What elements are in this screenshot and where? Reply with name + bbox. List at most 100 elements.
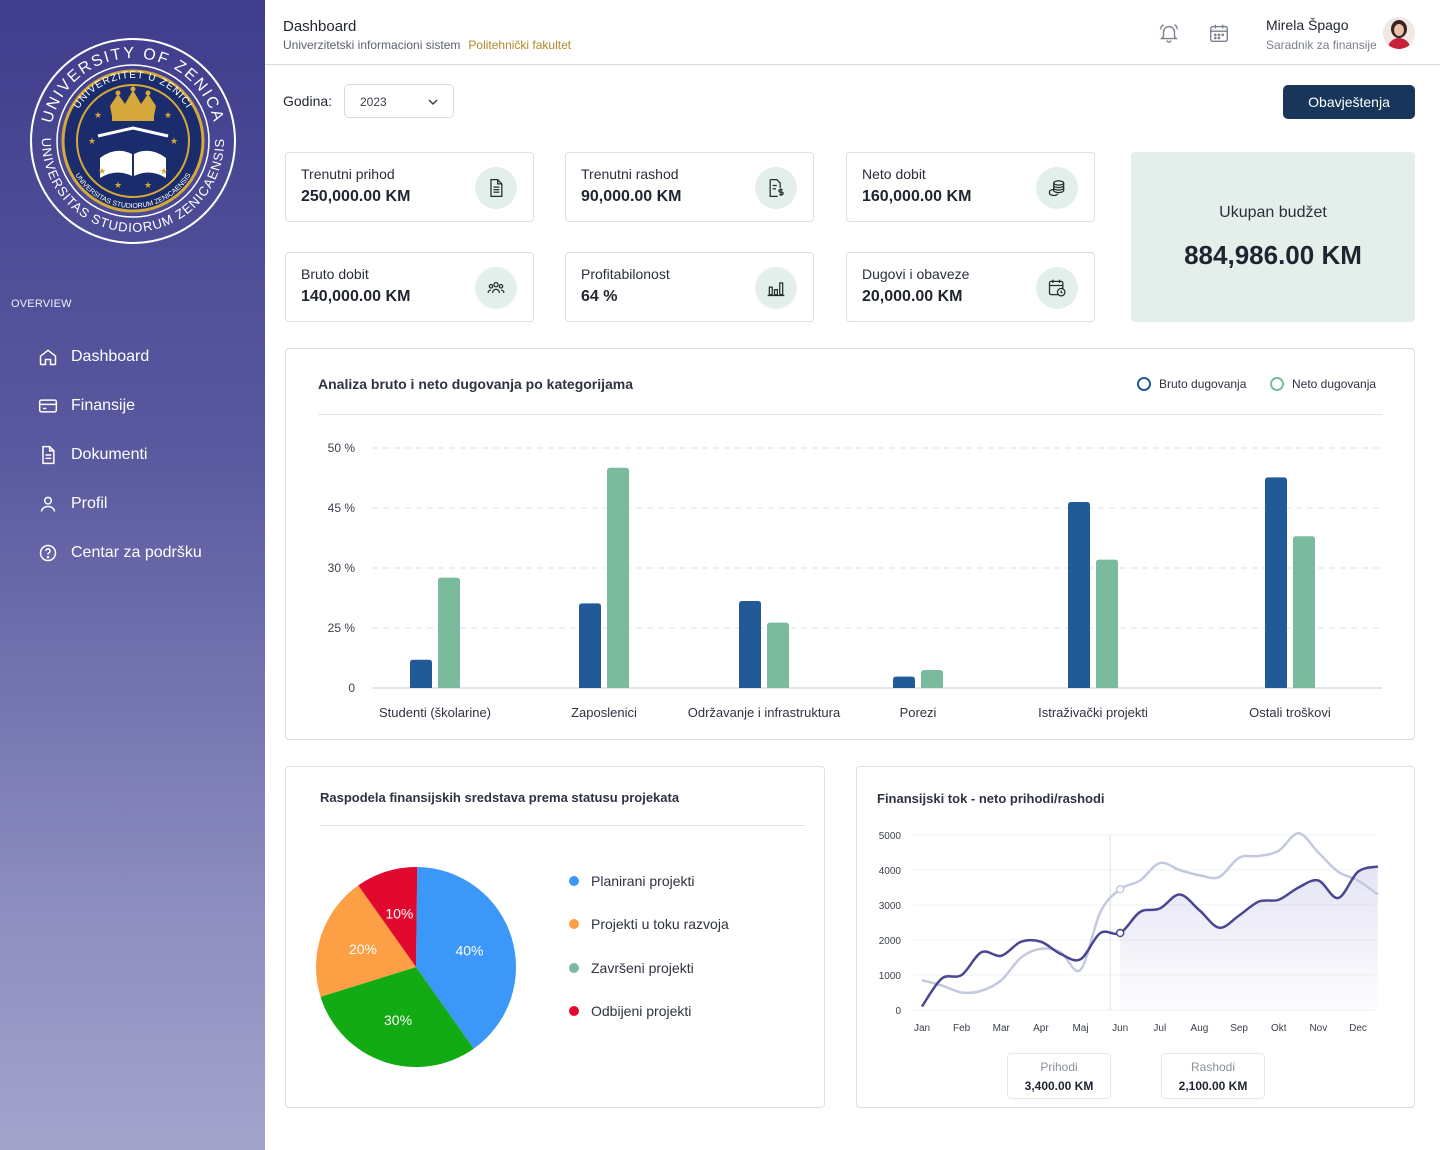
sidebar-item-label: Dashboard [71, 347, 150, 365]
system-name: Univerzitetski informacioni sistem [283, 38, 461, 52]
hover-point-rashodi [1115, 885, 1125, 894]
bar-neto [1293, 536, 1315, 688]
legend-dot-icon [569, 963, 579, 973]
invoice-dollar-icon [769, 179, 784, 197]
team-icon [487, 281, 505, 294]
svg-text:★: ★ [164, 110, 172, 120]
stat-icon-wrap [755, 267, 797, 309]
pie-slice-label: 10% [385, 906, 413, 922]
hover-point-prihodi [1115, 928, 1125, 938]
sidebar-item-label: Centar za podršku [71, 543, 202, 561]
y-tick-label: 50 % [328, 441, 356, 455]
sidebar-item-label: Finansije [71, 396, 136, 414]
x-tick-label: Jan [914, 1023, 930, 1034]
stat-card-dugovi-i-obaveze: Dugovi i obaveze 20,000.00 KM [846, 252, 1095, 322]
svg-text:★: ★ [160, 166, 168, 176]
top-header: Dashboard Univerzitetski informacioni si… [265, 0, 1440, 65]
stat-icon-wrap [755, 167, 797, 209]
svg-text:★: ★ [114, 180, 122, 190]
year-select[interactable]: 2023 [344, 84, 454, 118]
avatar[interactable] [1383, 17, 1415, 49]
bar-bruto [1265, 477, 1287, 688]
home-icon [39, 348, 57, 365]
y-tick-label: 2000 [879, 936, 902, 947]
stat-value: 90,000.00 KM [581, 188, 682, 205]
x-tick-label: Istraživački projekti [1038, 705, 1148, 720]
stat-label: Trenutni prihod [301, 166, 395, 182]
summary-prihodi: Prihodi 3,400.00 KM [1007, 1053, 1111, 1099]
x-tick-label: Dec [1349, 1023, 1367, 1034]
y-tick-label: 0 [348, 681, 355, 695]
bar-chart-icon [767, 282, 785, 297]
stat-value: 160,000.00 KM [862, 188, 972, 205]
x-tick-label: Održavanje i infrastruktura [688, 705, 841, 720]
pie-legend-item[interactable]: Planirani projekti [569, 873, 695, 889]
bar-chart: 0 25 % 30 % 45 % 50 % Studenti (školarine) Zap… [328, 441, 1382, 720]
pie-legend-item[interactable]: Projekti u toku razvoja [569, 916, 729, 932]
pie-legend-item[interactable]: Odbijeni projekti [569, 1003, 691, 1019]
chevron-down-icon [428, 99, 438, 106]
stat-label: Dugovi i obaveze [862, 266, 970, 282]
faculty-name[interactable]: Politehnički fakultet [468, 38, 571, 52]
total-budget-card: Ukupan budžet 884,986.00 KM [1131, 152, 1415, 322]
sidebar-item-finansije[interactable]: Finansije [38, 381, 258, 430]
area-fill [1120, 866, 1378, 1010]
panel-title: Raspodela finansijskih sredstava prema s… [320, 790, 680, 805]
budget-label: Ukupan budžet [1219, 204, 1327, 221]
bell-icon[interactable] [1158, 22, 1180, 44]
legend-dot-icon [569, 1006, 579, 1016]
document-icon [42, 445, 55, 464]
user-name[interactable]: Mirela Špago [1266, 17, 1349, 33]
user-icon [40, 496, 56, 512]
stat-value: 64 % [581, 288, 618, 305]
y-tick-label: 45 % [328, 501, 356, 515]
y-tick-label: 4000 [879, 866, 902, 877]
bar-neto [1096, 559, 1118, 688]
breadcrumb: Univerzitetski informacioni sistem Polite… [283, 38, 571, 52]
svg-text:★: ★ [94, 110, 102, 120]
notifications-button[interactable]: Obavještenja [1283, 85, 1415, 119]
sidebar-item-label: Profil [71, 494, 108, 512]
bar-neto [921, 670, 943, 688]
summary-label: Rashodi [1190, 1060, 1236, 1074]
calendar-icon[interactable] [1208, 22, 1230, 44]
summary-value: 2,100.00 KM [1178, 1079, 1248, 1093]
x-tick-label: Studenti (školarine) [379, 705, 491, 720]
x-tick-label: Jul [1153, 1023, 1166, 1034]
user-role: Saradnik za finansije [1266, 38, 1377, 52]
page-title: Dashboard [283, 18, 357, 35]
coins-icon [1048, 180, 1065, 197]
stat-label: Bruto dobit [301, 266, 369, 282]
sidebar-item-dokumenti[interactable]: Dokumenti [38, 430, 258, 479]
x-tick-label: Zaposlenici [571, 705, 637, 720]
bar-bruto [1068, 502, 1090, 688]
university-seal-logo: UNIVERSITY OF ZENICA UNIVERSITAS STUDIOR… [28, 36, 238, 246]
stat-card-neto-dobit: Neto dobit 160,000.00 KM [846, 152, 1095, 222]
summary-value: 3,400.00 KM [1024, 1079, 1094, 1093]
legend-dot-icon [569, 919, 579, 929]
stat-icon-wrap [475, 167, 517, 209]
legend-label: Planirani projekti [591, 873, 695, 889]
x-tick-label: Apr [1033, 1023, 1049, 1034]
bar-bruto [893, 676, 915, 688]
sidebar-item-centar-za-podrsku[interactable]: Centar za podršku [38, 528, 258, 577]
legend-label: Odbijeni projekti [591, 1003, 692, 1019]
pie-slice-label: 40% [455, 942, 483, 958]
stat-label: Profitabilonost [581, 266, 670, 282]
legend-label: Završeni projekti [591, 960, 694, 976]
document-icon [490, 179, 503, 197]
x-tick-label: Mar [993, 1023, 1011, 1034]
calendar-clock-icon [1048, 279, 1066, 297]
summary-label: Prihodi [1040, 1060, 1078, 1074]
section-label-overview: OVERVIEW [11, 298, 72, 310]
sidebar-item-dashboard[interactable]: Dashboard [38, 332, 258, 381]
x-tick-label: Feb [953, 1023, 971, 1034]
pie-legend-item[interactable]: Završeni projekti [569, 960, 694, 976]
y-tick-label: 25 % [328, 621, 356, 635]
credit-card-icon [38, 398, 58, 413]
pie-slice-label: 20% [349, 941, 377, 957]
sidebar-item-profil[interactable]: Profil [38, 479, 258, 528]
bar-bruto [579, 603, 601, 688]
stat-card-trenutni-rashod: Trenutni rashod 90,000.00 KM [565, 152, 814, 222]
stat-value: 20,000.00 KM [862, 288, 963, 305]
